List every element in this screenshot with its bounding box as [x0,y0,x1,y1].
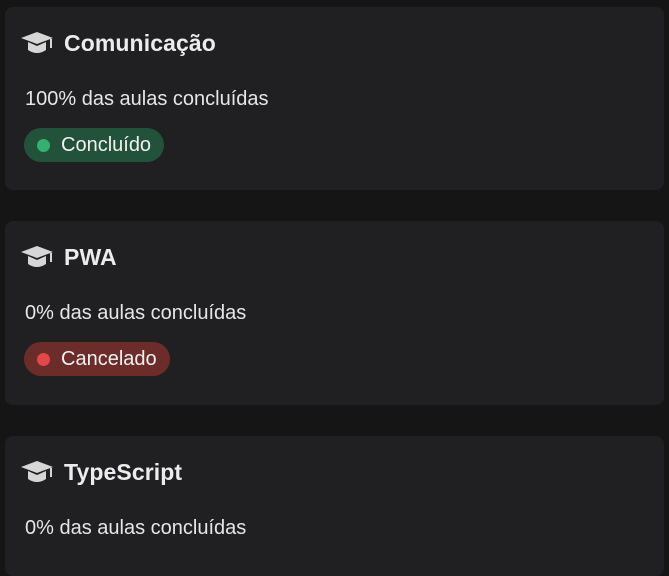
course-title: PWA [64,244,117,270]
course-card[interactable]: TypeScript 0% das aulas concluídas [5,436,664,576]
status-badge: Concluído [24,128,165,162]
graduation-cap-icon [19,243,55,271]
course-card-header: Comunicação [19,29,216,57]
graduation-cap-icon [19,29,55,57]
graduation-cap-icon [19,458,55,486]
course-progress-text: 0% das aulas concluídas [25,517,247,539]
course-card-header: TypeScript [19,458,182,486]
status-label: Concluído [61,134,152,156]
course-title: Comunicação [64,30,216,56]
course-card[interactable]: PWA 0% das aulas concluídas Cancelado [5,221,664,405]
status-label: Cancelado [61,348,157,370]
course-progress-text: 0% das aulas concluídas [25,302,247,324]
status-dot [37,138,50,152]
course-title: TypeScript [64,459,183,485]
course-card-header: PWA [19,243,117,271]
course-card[interactable]: Comunicação 100% das aulas concluídas Co… [5,7,664,190]
status-badge: Cancelado [24,342,170,376]
status-dot [37,352,50,366]
course-progress-text: 100% das aulas concluídas [25,88,269,110]
